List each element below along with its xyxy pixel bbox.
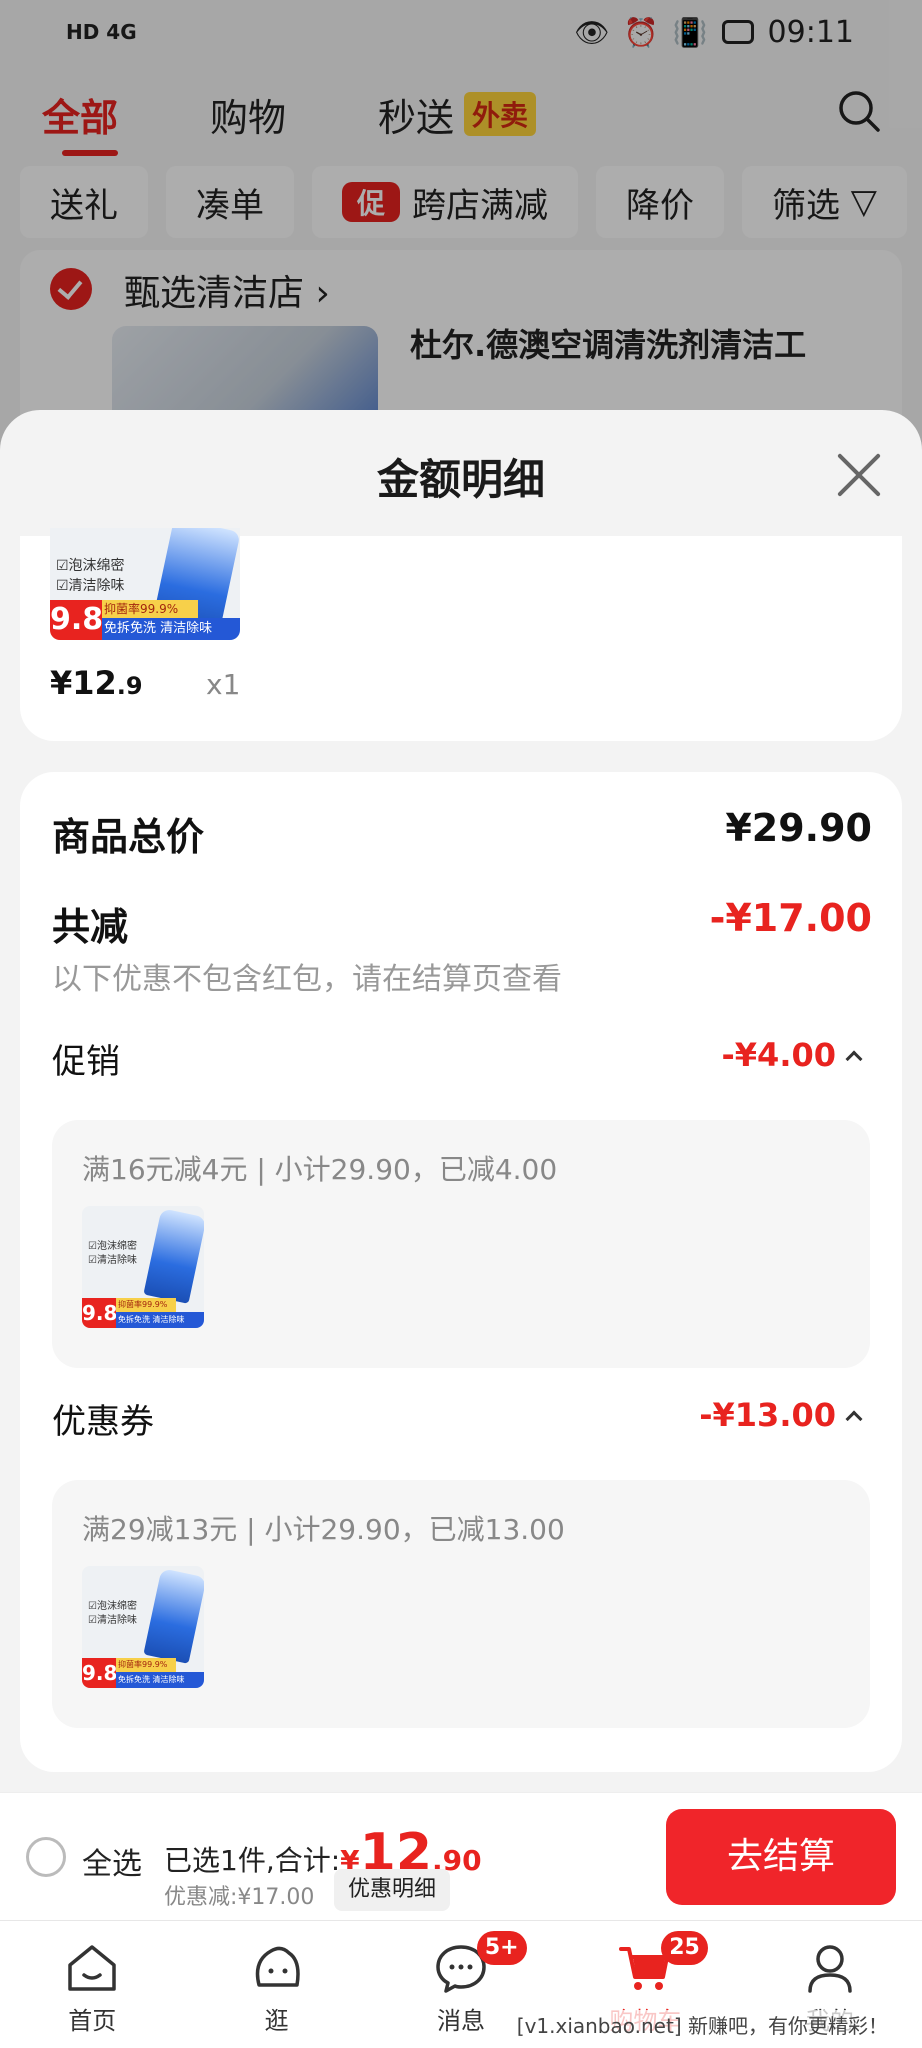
- spray-can: [143, 1208, 204, 1304]
- chevron-up-icon: [845, 1410, 863, 1428]
- promotion-product-image: ☑泡沫绵密 ☑清洁除味 抑菌率99.9% 9.8 免拆免洗 清洁除味: [82, 1206, 204, 1328]
- item-price-dec: .9: [116, 672, 143, 700]
- checkout-bar: 全选 已选1件,合计: ¥ 12 .90 优惠减:¥17.00 优惠明细 去结算: [0, 1792, 922, 1920]
- close-icon[interactable]: [836, 452, 882, 498]
- item-card: ☑泡沫绵密 ☑清洁除味 抑菌率99.9% 9.8 免拆免洗 清洁除味 ¥12.9…: [20, 528, 902, 741]
- promotion-detail-text: 满16元减4元 | 小计29.90，已减4.00: [82, 1153, 558, 1186]
- discount-amount: 优惠减:¥17.00: [164, 1885, 315, 1910]
- total-reduce-label: 共减: [52, 905, 129, 949]
- bullet-clean: ☑清洁除味: [56, 578, 125, 594]
- price-badge: 9.8: [82, 1298, 117, 1328]
- price-detail-card: 商品总价 ¥29.90 共减 -¥17.00 以下优惠不包含红包，请在结算页查看…: [20, 772, 902, 1772]
- product-image: ☑泡沫绵密 ☑清洁除味 抑菌率99.9% 9.8 免拆免洗 清洁除味: [50, 528, 240, 640]
- sheet-title: 金额明细: [376, 455, 545, 504]
- coupon-toggle[interactable]: -¥13.00: [699, 1396, 863, 1434]
- home-icon: [68, 1945, 116, 1991]
- bullet-clean: ☑清洁除味: [88, 1615, 137, 1626]
- tab-browse[interactable]: 逛: [184, 1921, 368, 2048]
- coupon-label: 优惠券: [52, 1402, 154, 1442]
- item-quantity: x1: [206, 668, 241, 701]
- promotion-value: -¥4.00: [721, 1036, 837, 1074]
- promotion-label: 促销: [52, 1042, 120, 1082]
- tab-home[interactable]: 首页: [0, 1921, 184, 2048]
- cart-badge: 25: [661, 1931, 708, 1965]
- total-reduce-value: -¥17.00: [709, 896, 872, 940]
- watermark: [v1.xianbao.net] 新赚吧，有你更精彩！: [512, 2010, 892, 2039]
- select-all-checkbox[interactable]: [26, 1837, 66, 1877]
- checkout-button[interactable]: 去结算: [666, 1809, 896, 1905]
- total-price-value: ¥29.90: [725, 806, 872, 850]
- product-image-bullets: ☑泡沫绵密 ☑清洁除味: [56, 556, 125, 596]
- coupon-product-image: ☑泡沫绵密 ☑清洁除味 抑菌率99.9% 9.8 免拆免洗 清洁除味: [82, 1566, 204, 1688]
- messages-badge: 5+: [476, 1931, 527, 1965]
- spray-can: [143, 1568, 204, 1664]
- item-price: ¥12.9: [50, 664, 143, 702]
- select-all-label[interactable]: 全选: [82, 1839, 142, 1883]
- price-badge: 9.8: [50, 600, 103, 640]
- user-icon: [808, 1945, 852, 1993]
- promotion-detail-box: 满16元减4元 | 小计29.90，已减4.00 ☑泡沫绵密 ☑清洁除味 抑菌率…: [52, 1120, 870, 1368]
- reduce-note: 以下优惠不包含红包，请在结算页查看: [52, 962, 562, 997]
- coupon-detail-text: 满29减13元 | 小计29.90，已减13.00: [82, 1513, 565, 1546]
- antibacterial-band: 抑菌率99.9%: [116, 1298, 176, 1312]
- browse-face-icon: [255, 1946, 300, 1987]
- antibacterial-band: 抑菌率99.9%: [116, 1658, 176, 1672]
- bullet-foam: ☑泡沫绵密: [88, 1241, 137, 1252]
- promotion-thumb-bullets: ☑泡沫绵密 ☑清洁除味: [88, 1240, 137, 1268]
- price-badge: 9.8: [82, 1658, 117, 1688]
- coupon-detail-box: 满29减13元 | 小计29.90，已减13.00 ☑泡沫绵密 ☑清洁除味 抑菌…: [52, 1480, 870, 1728]
- chevron-up-icon: [845, 1050, 863, 1068]
- selected-count-text: 已选1件,合计:: [164, 1844, 341, 1877]
- tab-browse-label: 逛: [264, 2007, 289, 2035]
- bullet-foam: ☑泡沫绵密: [56, 558, 125, 574]
- tab-messages-label: 消息: [437, 2007, 486, 2035]
- total-price-label: 商品总价: [52, 815, 205, 859]
- item-price-int: ¥12: [50, 664, 117, 702]
- coupon-thumb-bullets: ☑泡沫绵密 ☑清洁除味: [88, 1600, 137, 1628]
- tab-home-label: 首页: [68, 2007, 117, 2035]
- feature-band: 免拆免洗 清洁除味: [116, 1672, 204, 1688]
- feature-band: 免拆免洗 清洁除味: [102, 618, 240, 640]
- bullet-foam: ☑泡沫绵密: [88, 1601, 137, 1612]
- discount-detail-button[interactable]: 优惠明细: [334, 1869, 451, 1911]
- antibacterial-band: 抑菌率99.9%: [102, 600, 198, 618]
- bullet-clean: ☑清洁除味: [88, 1255, 137, 1266]
- feature-band: 免拆免洗 清洁除味: [116, 1312, 204, 1328]
- promotion-toggle[interactable]: -¥4.00: [721, 1036, 863, 1074]
- coupon-value: -¥13.00: [699, 1396, 836, 1434]
